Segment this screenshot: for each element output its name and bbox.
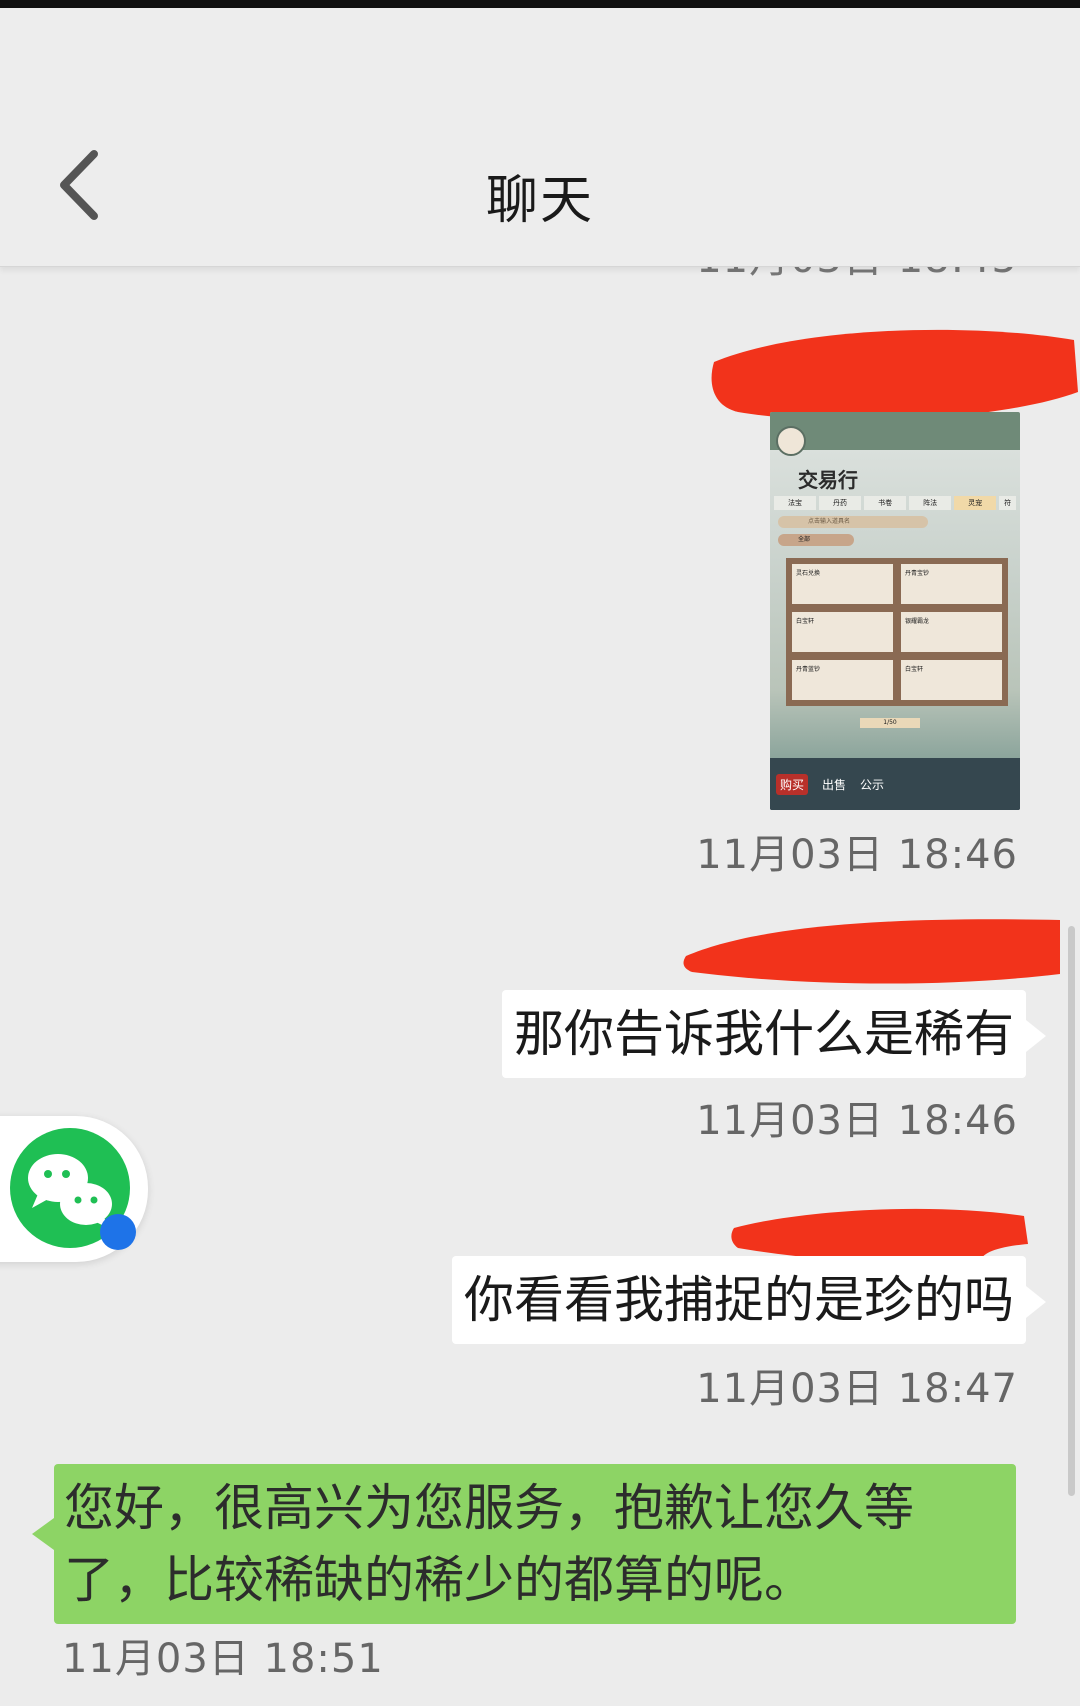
item-card: 灵石兑换 bbox=[792, 564, 893, 604]
image-pager: 1/50 bbox=[860, 718, 920, 728]
timestamp: 11月03日 18:45 bbox=[696, 266, 1018, 284]
message-line: 您好，很高兴为您服务，抱歉让您久等 bbox=[64, 1479, 914, 1537]
wechat-icon bbox=[10, 1128, 136, 1250]
redaction-mark bbox=[683, 919, 1060, 984]
item-card: 银耀霸龙 bbox=[901, 612, 1002, 652]
agent-message-bubble[interactable]: 您好，很高兴为您服务，抱歉让您久等 了，比较稀缺的稀少的都算的呢。 bbox=[32, 1464, 1016, 1624]
message-list[interactable]: 11月03日 18:45 交易行 法宝 丹药 书卷 阵法 灵宠 符 点击输入道具… bbox=[0, 266, 1080, 1706]
image-top-bar bbox=[770, 412, 1020, 450]
tab-item: 符 bbox=[999, 496, 1016, 510]
timestamp: 11月03日 18:47 bbox=[696, 1366, 1018, 1412]
timestamp: 11月03日 18:46 bbox=[696, 1098, 1018, 1144]
timestamp: 11月03日 18:51 bbox=[62, 1636, 384, 1682]
tab-item: 阵法 bbox=[909, 496, 952, 510]
item-card: 白宝轩 bbox=[792, 612, 893, 652]
message-line: 了，比较稀缺的稀少的都算的呢。 bbox=[64, 1551, 814, 1609]
image-search: 点击输入道具名 bbox=[778, 516, 928, 528]
page-title: 聊天 bbox=[485, 171, 594, 231]
item-card: 丹青蓝钞 bbox=[792, 660, 893, 700]
image-tabs: 法宝 丹药 书卷 阵法 灵宠 符 bbox=[774, 496, 1016, 510]
image-notice-label: 公示 bbox=[860, 777, 885, 792]
tab-item: 法宝 bbox=[774, 496, 817, 510]
floating-wechat-button[interactable] bbox=[0, 1116, 148, 1262]
image-buy-label: 购买 bbox=[776, 773, 809, 795]
image-bottom-bar: 购买 出售 公示 bbox=[770, 758, 1020, 810]
image-message[interactable]: 交易行 法宝 丹药 书卷 阵法 灵宠 符 点击输入道具名 全部 灵石兑换 丹青宝… bbox=[770, 412, 1020, 810]
image-title: 交易行 bbox=[798, 468, 858, 492]
scrollbar[interactable] bbox=[1068, 926, 1075, 1496]
tab-item: 书卷 bbox=[864, 496, 907, 510]
item-grid: 灵石兑换 丹青宝钞 白宝轩 银耀霸龙 丹青蓝钞 白宝轩 bbox=[786, 558, 1008, 706]
chat-header: 聊天 bbox=[0, 8, 1080, 267]
message-bubble[interactable]: 那你告诉我什么是稀有 bbox=[502, 990, 1046, 1078]
avatar bbox=[776, 426, 806, 456]
status-bar bbox=[0, 0, 1080, 8]
item-card: 白宝轩 bbox=[901, 660, 1002, 700]
tab-item: 丹药 bbox=[819, 496, 862, 510]
message-bubble[interactable]: 你看看我捕捉的是珍的吗 bbox=[452, 1256, 1046, 1344]
tab-item: 灵宠 bbox=[954, 496, 997, 510]
timestamp: 11月03日 18:46 bbox=[696, 832, 1018, 878]
item-card: 丹青宝钞 bbox=[901, 564, 1002, 604]
image-filter: 全部 bbox=[778, 534, 854, 546]
image-sell-label: 出售 bbox=[822, 777, 847, 792]
